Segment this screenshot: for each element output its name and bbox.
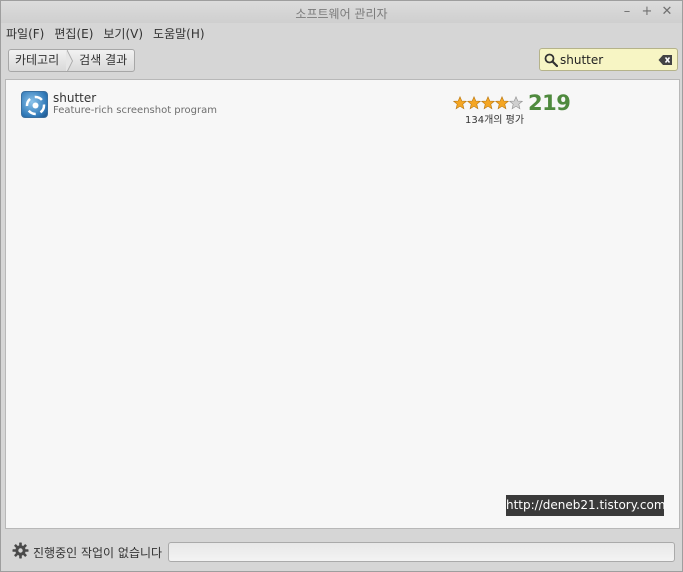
search-box <box>539 48 678 71</box>
menu-help[interactable]: 도움말(H) <box>153 25 205 42</box>
status-text: 진행중인 작업이 없습니다 <box>33 546 163 560</box>
search-input[interactable] <box>560 51 656 69</box>
app-name: shutter <box>53 91 97 105</box>
review-count: 134개의 평가 <box>465 115 525 126</box>
title-bar[interactable]: 소프트웨어 관리자 – + ✕ <box>1 1 682 23</box>
maximize-button[interactable]: + <box>640 3 654 19</box>
search-icon <box>544 53 558 67</box>
rating-stars <box>453 96 523 110</box>
menu-edit[interactable]: 편집(E) <box>54 25 93 42</box>
results-panel: shutter Feature-rich screenshot program … <box>5 79 680 529</box>
toolbar: 카테고리 검색 결과 <box>1 46 682 76</box>
status-bar: 진행중인 작업이 없습니다 <box>5 537 680 565</box>
star-icon <box>495 96 509 110</box>
close-button[interactable]: ✕ <box>660 3 674 19</box>
breadcrumb-search-results[interactable]: 검색 결과 <box>67 50 134 71</box>
rating-score: 219 <box>528 91 571 115</box>
star-empty-icon <box>509 96 523 110</box>
gear-icon <box>12 542 29 559</box>
watermark-url: http://deneb21.tistory.com <box>506 495 666 516</box>
menu-file[interactable]: 파일(F) <box>6 25 44 42</box>
window-controls: – + ✕ <box>620 3 674 19</box>
breadcrumb-category[interactable]: 카테고리 <box>9 50 74 71</box>
shutter-app-icon <box>21 91 48 118</box>
minimize-button[interactable]: – <box>620 3 634 19</box>
window-title: 소프트웨어 관리자 <box>295 7 388 21</box>
app-window: 소프트웨어 관리자 – + ✕ 파일(F) 편집(E) 보기(V) 도움말(H)… <box>0 0 683 572</box>
breadcrumb: 카테고리 검색 결과 <box>8 49 136 72</box>
star-icon <box>453 96 467 110</box>
progress-bar <box>168 542 675 562</box>
star-icon <box>467 96 481 110</box>
menu-view[interactable]: 보기(V) <box>103 25 143 42</box>
clear-search-icon[interactable] <box>658 54 673 66</box>
app-description: Feature-rich screenshot program <box>53 105 217 116</box>
star-icon <box>481 96 495 110</box>
menu-bar: 파일(F) 편집(E) 보기(V) 도움말(H) <box>1 23 682 43</box>
list-item[interactable]: shutter Feature-rich screenshot program … <box>6 80 679 126</box>
